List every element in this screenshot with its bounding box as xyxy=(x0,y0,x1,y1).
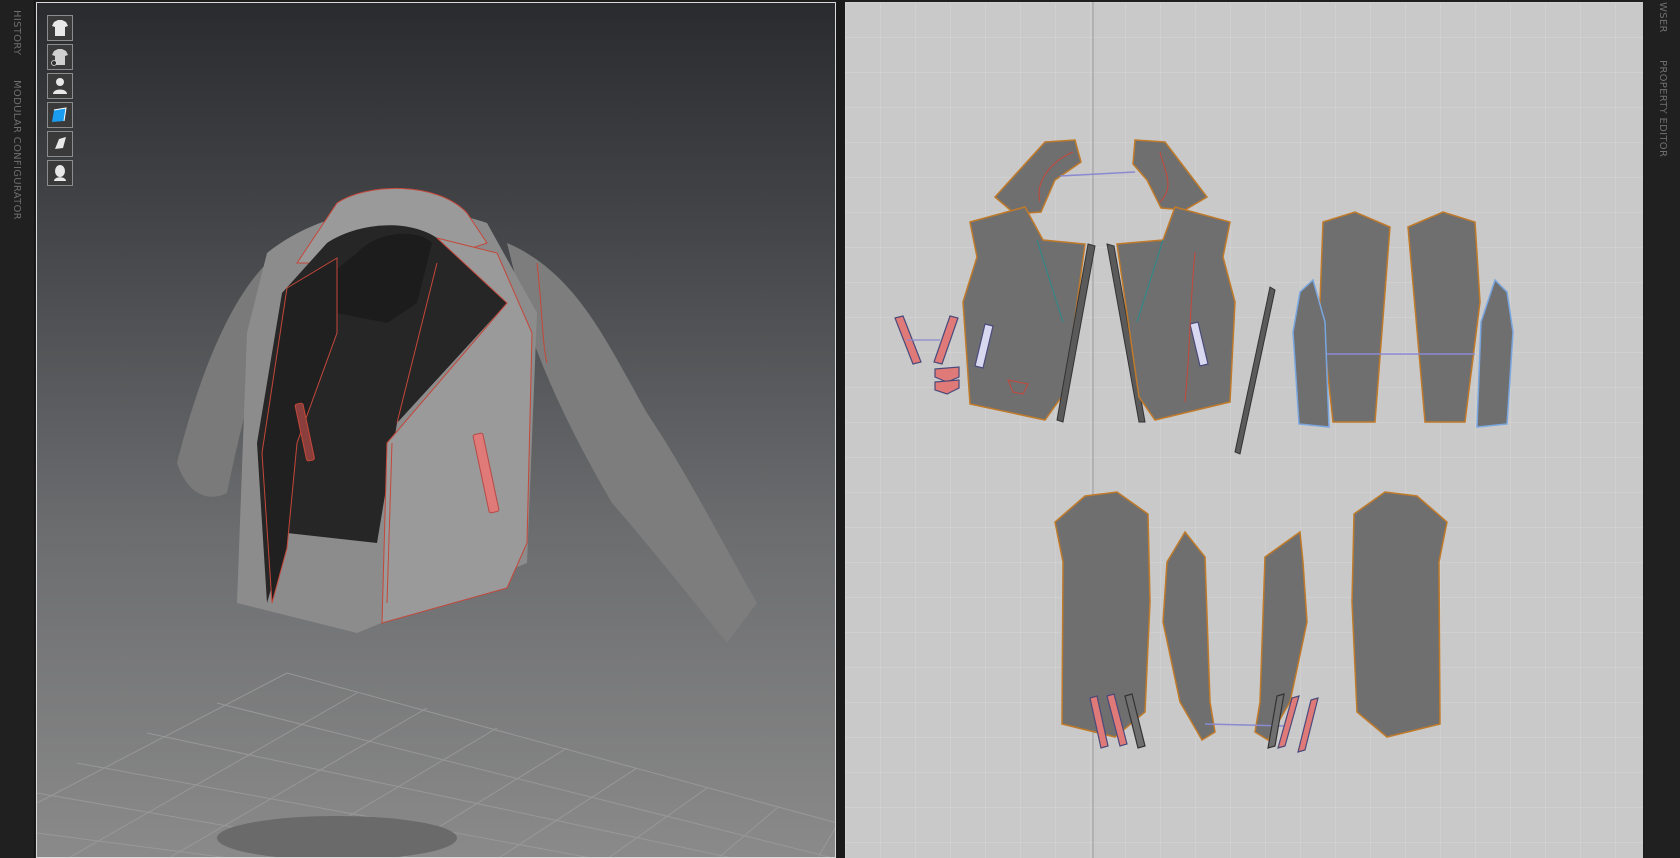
history-tab[interactable]: HISTORY xyxy=(11,10,22,55)
viewport-toolbar xyxy=(47,15,75,189)
sleeve-left xyxy=(1054,491,1151,738)
right-side-rail: WSER PROPERTY EDITOR xyxy=(1645,0,1680,858)
view-splitter[interactable] xyxy=(836,0,845,858)
avatar-display-button[interactable] xyxy=(47,160,73,186)
garment-solid-icon xyxy=(51,49,68,66)
show-garment-icon xyxy=(52,20,68,36)
fabric-display-button[interactable] xyxy=(47,131,73,157)
jacket-3d xyxy=(177,187,757,643)
2d-pattern-canvas xyxy=(845,2,1643,858)
avatar-display-icon xyxy=(54,165,66,181)
shadow xyxy=(217,816,457,857)
show-garment-button[interactable] xyxy=(47,15,73,41)
2d-pattern-viewport[interactable] xyxy=(845,2,1643,858)
3d-viewport[interactable] xyxy=(36,2,836,858)
modular-configurator-tab[interactable]: MODULAR CONFIGURATOR xyxy=(11,80,22,220)
left-side-rail: HISTORY MODULAR CONFIGURATOR xyxy=(0,0,35,858)
property-editor-tab[interactable]: PROPERTY EDITOR xyxy=(1657,60,1668,157)
fabric-display-icon xyxy=(55,137,66,149)
sleeve-right xyxy=(1351,491,1448,738)
show-avatar-button[interactable] xyxy=(47,73,73,99)
texture-display-button[interactable] xyxy=(47,102,73,128)
3d-scene xyxy=(37,187,835,857)
garment-solid-button[interactable] xyxy=(47,44,73,70)
show-avatar-icon xyxy=(53,78,67,94)
texture-display-icon xyxy=(52,107,67,122)
browser-tab[interactable]: WSER xyxy=(1657,2,1668,33)
